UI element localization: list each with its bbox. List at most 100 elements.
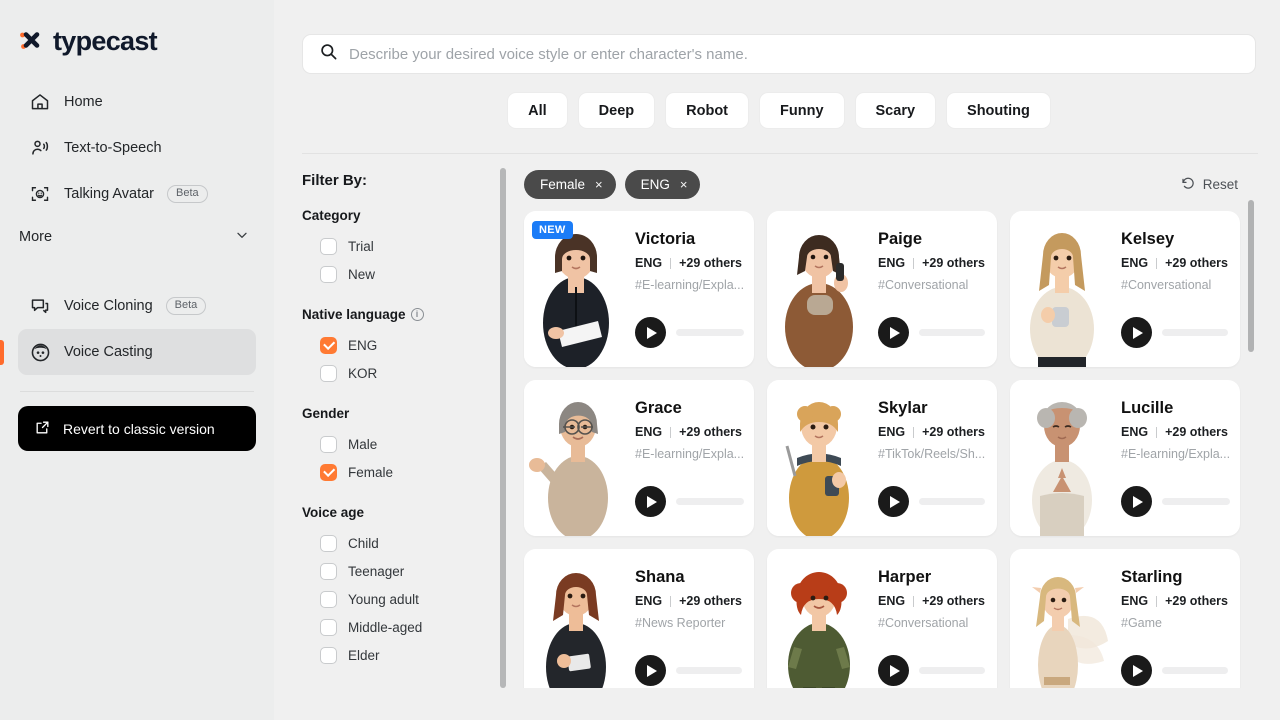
voice-card[interactable]: NEW Victoria ENG +29 others #E-learning/…	[524, 211, 754, 367]
active-tag-female[interactable]: Female ×	[524, 169, 616, 199]
filter-option-elder[interactable]: Elder	[302, 641, 492, 669]
sidebar-more-toggle[interactable]: More	[18, 217, 256, 257]
active-tag-eng[interactable]: ENG ×	[624, 169, 701, 199]
filter-group-voice-age: Voice age Child Teenager Young adult Mid…	[302, 505, 492, 669]
voice-card[interactable]: Grace ENG +29 others #E-learning/Expla..…	[524, 380, 754, 536]
filter-option-middle-aged[interactable]: Middle-aged	[302, 613, 492, 641]
checkbox[interactable]	[320, 618, 337, 636]
checkbox[interactable]	[320, 646, 337, 664]
filter-option-teenager[interactable]: Teenager	[302, 557, 492, 585]
voice-card-info: Kelsey ENG +29 others #Conversational	[1113, 211, 1240, 367]
filter-scrollbar[interactable]	[492, 154, 514, 688]
checkbox[interactable]	[320, 562, 337, 580]
filter-group-label: Native language i	[302, 307, 492, 322]
filter-option-new[interactable]: New	[302, 260, 492, 288]
style-chip-funny[interactable]: Funny	[759, 92, 845, 129]
play-icon[interactable]	[1121, 655, 1152, 686]
sidebar-item-talking-avatar[interactable]: Talking Avatar Beta	[18, 171, 256, 217]
style-chip-deep[interactable]: Deep	[577, 92, 656, 129]
reset-label: Reset	[1202, 176, 1238, 192]
play-icon[interactable]	[878, 486, 909, 517]
progress-bar[interactable]	[676, 329, 745, 336]
voice-card[interactable]: Kelsey ENG +29 others #Conversational	[1010, 211, 1240, 367]
voice-languages: ENG +29 others	[635, 425, 744, 439]
filter-option-female[interactable]: Female	[302, 458, 492, 486]
main-content: All Deep Robot Funny Scary Shouting Filt…	[274, 0, 1280, 720]
checkbox[interactable]	[320, 435, 337, 453]
voice-player	[635, 317, 745, 348]
results-scrollbar[interactable]	[1248, 200, 1254, 680]
voice-card[interactable]: Lucille ENG +29 others #E-learning/Expla…	[1010, 380, 1240, 536]
play-icon[interactable]	[635, 486, 666, 517]
checkbox[interactable]	[320, 265, 337, 283]
progress-bar[interactable]	[676, 498, 745, 505]
voice-card[interactable]: Skylar ENG +29 others #TikTok/Reels/Sh..…	[767, 380, 997, 536]
sidebar-item-voice-casting[interactable]: Voice Casting	[0, 329, 256, 375]
voice-card-info: Shana ENG +29 others #News Reporter	[627, 549, 754, 688]
progress-bar[interactable]	[919, 667, 985, 674]
close-icon[interactable]: ×	[680, 177, 688, 192]
voice-usecase-tag: #E-learning/Expla...	[635, 278, 745, 293]
progress-bar[interactable]	[1162, 498, 1231, 505]
scrollbar-thumb[interactable]	[1248, 200, 1254, 352]
style-chip-robot[interactable]: Robot	[665, 92, 750, 129]
checkbox[interactable]	[320, 534, 337, 552]
voice-avatar-image	[767, 549, 870, 688]
progress-bar[interactable]	[1162, 667, 1228, 674]
voice-languages: ENG +29 others	[878, 425, 985, 439]
filter-option-eng[interactable]: ENG	[302, 331, 492, 359]
scrollbar-track[interactable]	[500, 168, 506, 688]
filter-option-male[interactable]: Male	[302, 430, 492, 458]
voice-card[interactable]: Paige ENG +29 others #Conversational	[767, 211, 997, 367]
style-chip-shouting[interactable]: Shouting	[946, 92, 1051, 129]
progress-bar[interactable]	[1162, 329, 1228, 336]
play-icon[interactable]	[635, 655, 666, 686]
checkbox[interactable]	[320, 237, 337, 255]
filter-option-child[interactable]: Child	[302, 529, 492, 557]
sidebar: typecast Home Text-to-Speech Talking Ava…	[0, 0, 274, 720]
filter-option-kor[interactable]: KOR	[302, 359, 492, 387]
voice-primary-language: ENG	[635, 425, 663, 440]
revert-to-classic-button[interactable]: Revert to classic version	[18, 406, 256, 451]
avatar-art	[788, 572, 850, 688]
close-icon[interactable]: ×	[595, 177, 603, 192]
voice-card[interactable]: Starling ENG +29 others #Game	[1010, 549, 1240, 688]
play-icon[interactable]	[635, 317, 666, 348]
scrollbar-thumb[interactable]	[500, 168, 506, 688]
sidebar-item-label: Home	[64, 94, 103, 110]
checkbox[interactable]	[320, 463, 337, 481]
voice-name: Kelsey	[1121, 230, 1175, 248]
filter-group-name: Gender	[302, 406, 350, 421]
filter-option-trial[interactable]: Trial	[302, 232, 492, 260]
checkbox[interactable]	[320, 364, 337, 382]
voice-avatar-image	[524, 380, 627, 536]
checkbox[interactable]	[320, 590, 337, 608]
voice-card[interactable]: Harper ENG +29 others #Conversational	[767, 549, 997, 688]
info-icon[interactable]: i	[410, 308, 424, 321]
voice-name: Grace	[635, 399, 682, 417]
search-input[interactable]	[349, 45, 1239, 63]
progress-bar[interactable]	[676, 667, 742, 674]
sidebar-item-text-to-speech[interactable]: Text-to-Speech	[18, 125, 256, 171]
sidebar-item-voice-cloning[interactable]: Voice Cloning Beta	[18, 283, 256, 329]
reset-icon	[1180, 175, 1196, 194]
play-icon[interactable]	[1121, 486, 1152, 517]
search-icon	[319, 42, 338, 66]
style-chip-all[interactable]: All	[507, 92, 568, 129]
checkbox[interactable]	[320, 336, 337, 354]
progress-bar[interactable]	[919, 498, 986, 505]
progress-bar[interactable]	[919, 329, 985, 336]
search-bar[interactable]	[302, 34, 1256, 74]
voice-card-info: Lucille ENG +29 others #E-learning/Expla…	[1113, 380, 1240, 536]
filter-option-label: KOR	[348, 365, 378, 381]
voice-languages: ENG +29 others	[1121, 594, 1228, 608]
style-chip-scary[interactable]: Scary	[854, 92, 937, 129]
voice-card[interactable]: Shana ENG +29 others #News Reporter	[524, 549, 754, 688]
reset-button[interactable]: Reset	[1180, 175, 1258, 194]
filter-option-young-adult[interactable]: Young adult	[302, 585, 492, 613]
brand-logo[interactable]: typecast	[18, 0, 256, 62]
sidebar-item-home[interactable]: Home	[18, 79, 256, 125]
play-icon[interactable]	[878, 655, 909, 686]
play-icon[interactable]	[1121, 317, 1152, 348]
play-icon[interactable]	[878, 317, 909, 348]
